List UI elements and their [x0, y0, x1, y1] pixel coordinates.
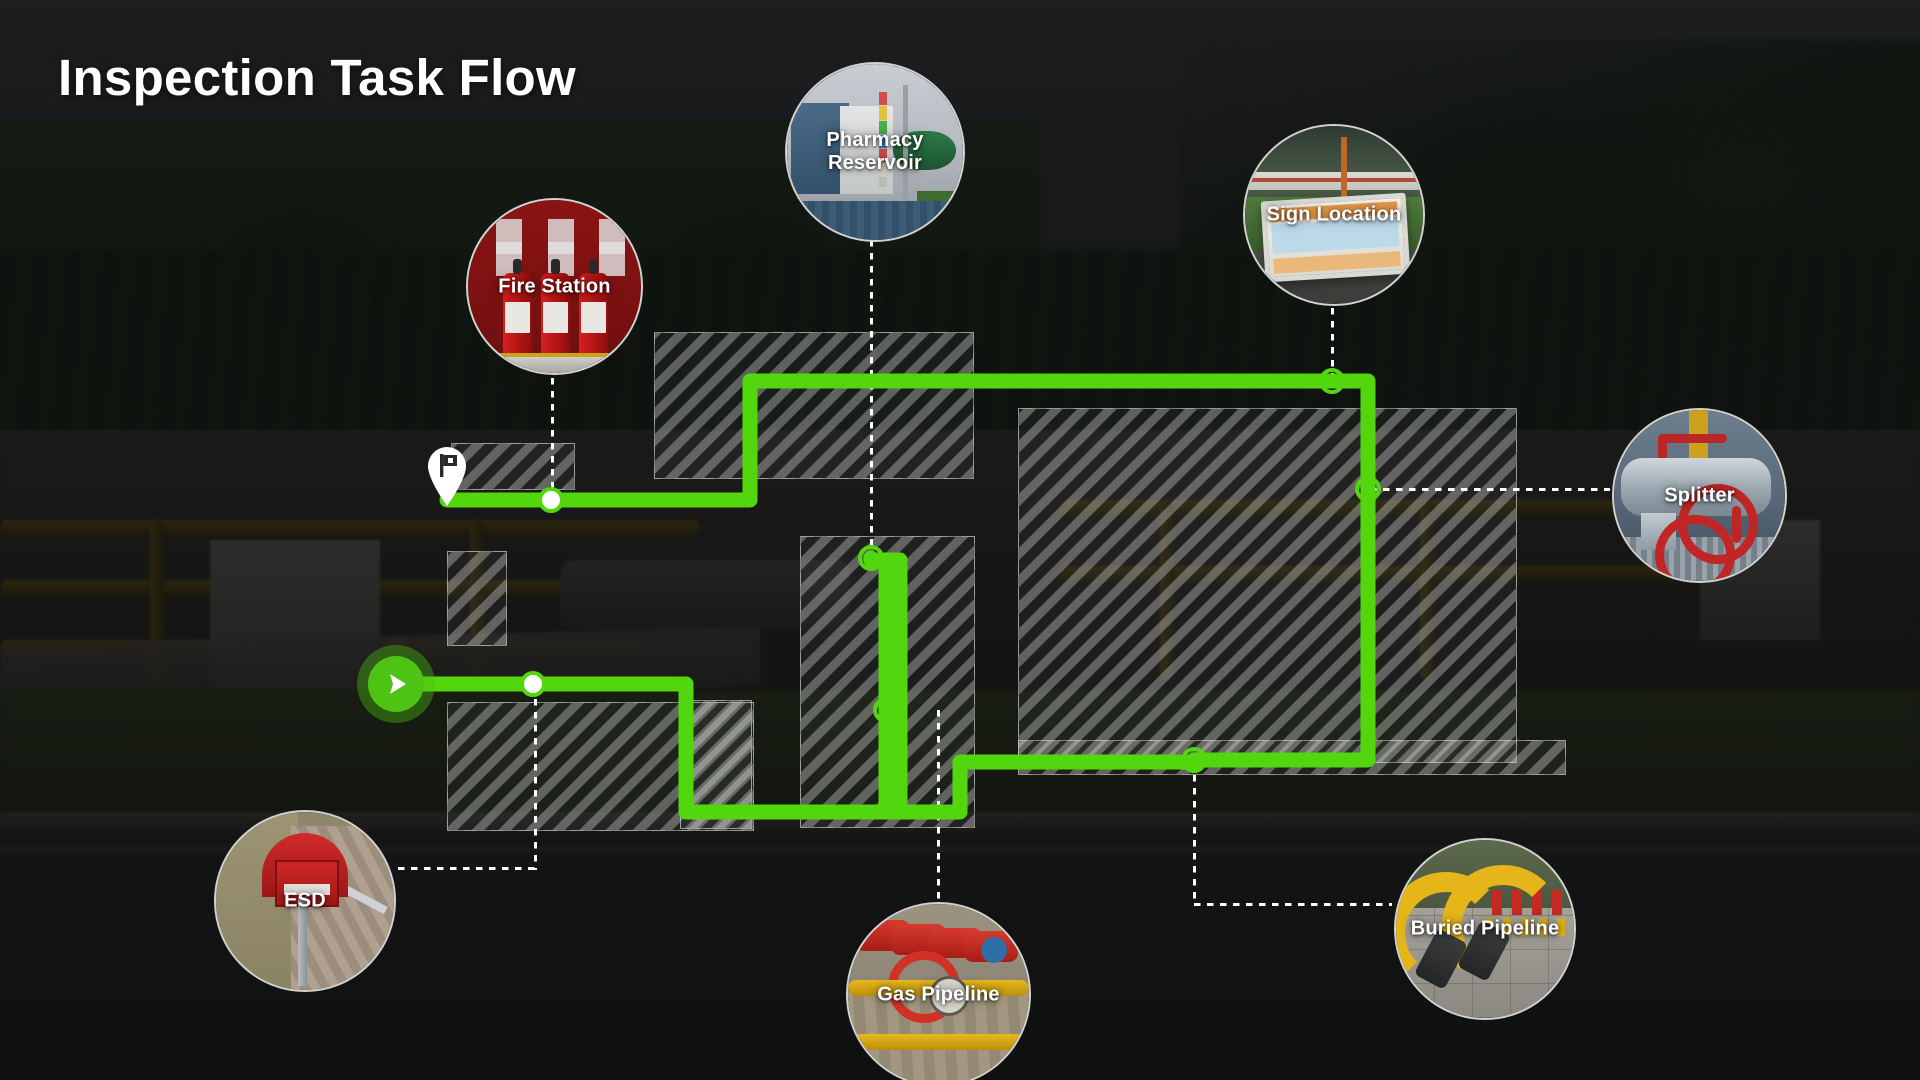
play-arrow-icon: [390, 674, 406, 694]
node-sign-location[interactable]: Sign Location: [1243, 124, 1425, 306]
route-waypoint[interactable]: [538, 487, 564, 513]
route-waypoint[interactable]: [858, 545, 884, 571]
node-gas-pipeline[interactable]: Gas Pipeline: [846, 902, 1031, 1080]
route-waypoint[interactable]: [873, 697, 899, 723]
node-fire-station[interactable]: Fire Station: [466, 198, 643, 375]
page-title: Inspection Task Flow: [58, 49, 576, 106]
inspection-flow-canvas: Fire Station Pharmacy Reservoir Sign Locat…: [0, 0, 1920, 1080]
node-esd[interactable]: ESD: [214, 810, 396, 992]
finish-marker[interactable]: [421, 440, 473, 506]
route-waypoint[interactable]: [1181, 747, 1207, 773]
node-splitter[interactable]: Splitter: [1612, 408, 1787, 583]
flag-pin-icon: [428, 447, 466, 506]
node-buried-pipeline[interactable]: Buried Pipeline: [1394, 838, 1576, 1020]
node-pharmacy-reservoir[interactable]: Pharmacy Reservoir: [785, 62, 965, 242]
route-waypoint[interactable]: [1355, 476, 1381, 502]
start-marker-core: [368, 656, 424, 712]
route-waypoint[interactable]: [1319, 368, 1345, 394]
start-marker[interactable]: [357, 645, 435, 723]
route-waypoint[interactable]: [520, 671, 546, 697]
